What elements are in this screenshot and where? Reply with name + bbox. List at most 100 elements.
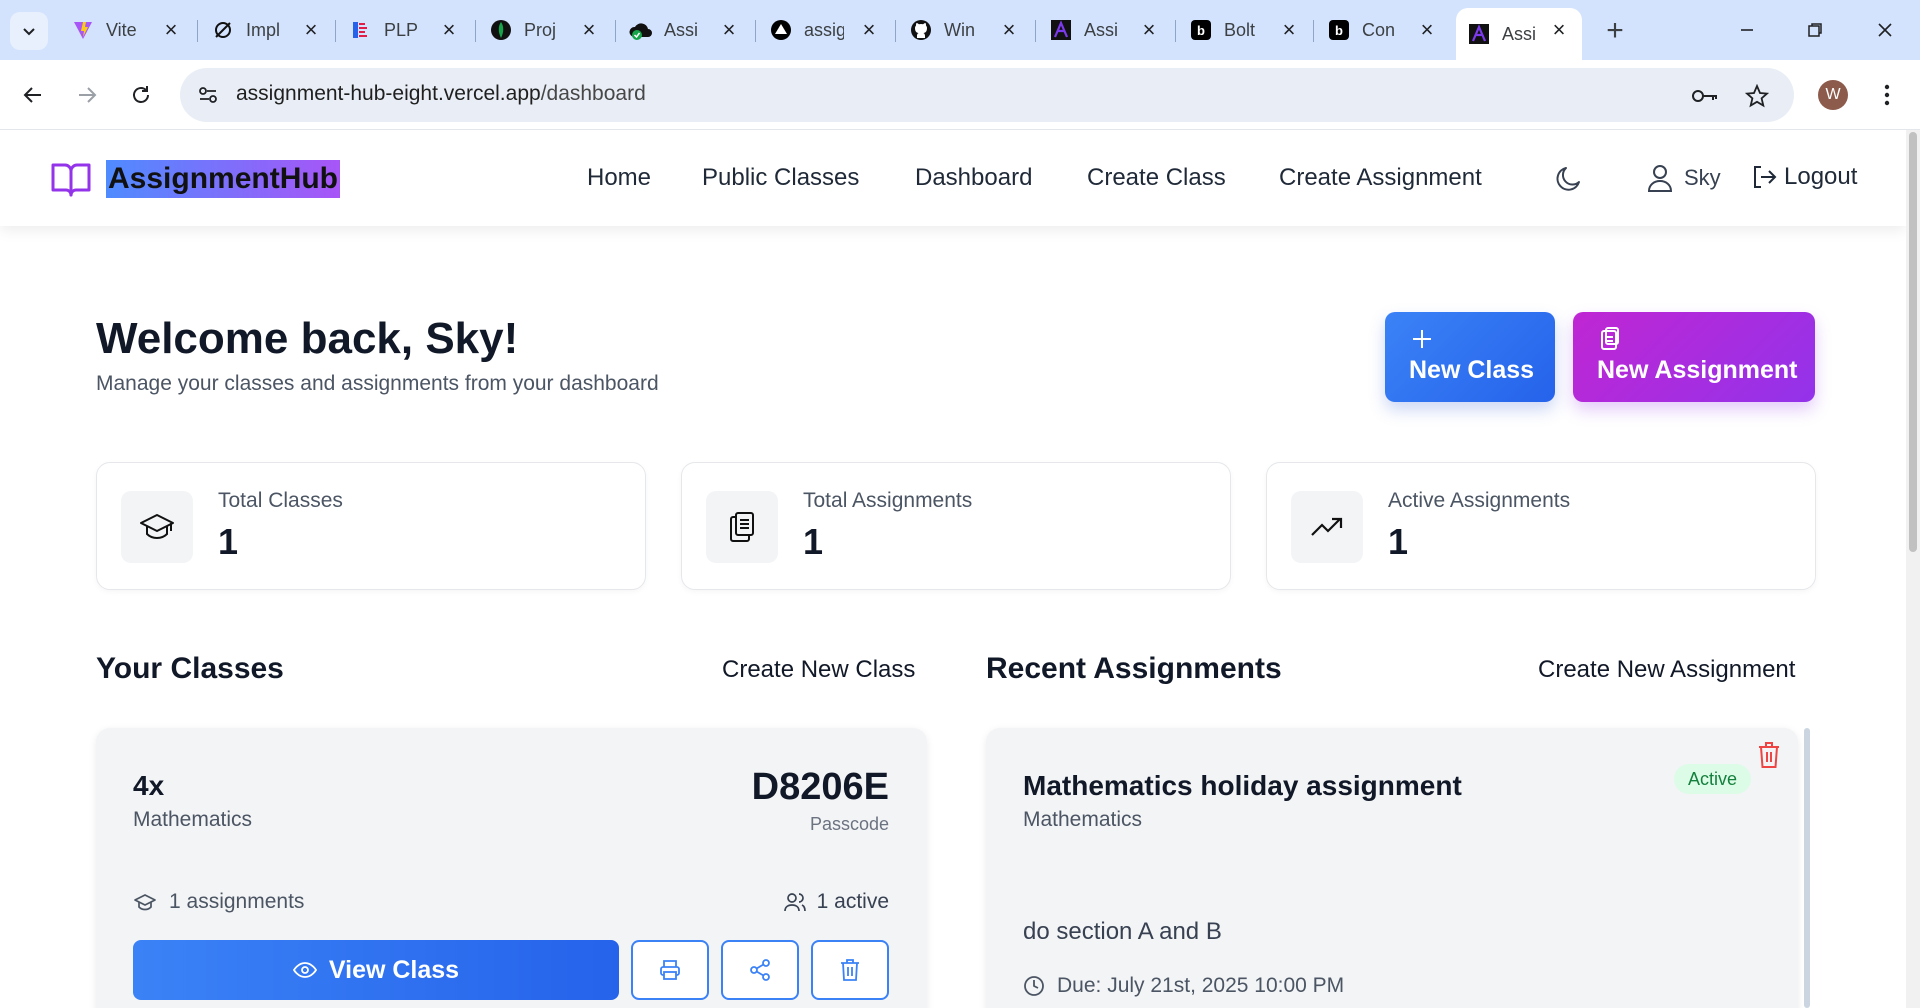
logout-button[interactable]: Logout (1750, 163, 1857, 191)
book-open-icon (50, 158, 92, 200)
assignment-subject: Mathematics (1023, 808, 1143, 831)
page-viewport: AssignmentHub Home Public Classes Dashbo… (0, 130, 1906, 1008)
arrow-left-icon (23, 87, 41, 103)
class-card: 4x Mathematics D8206E Passcode 1 assignm… (96, 728, 927, 1008)
browser-tab[interactable]: Win × (898, 8, 1032, 52)
tab-search-button[interactable] (10, 12, 48, 50)
delete-assignment-button[interactable] (1754, 740, 1784, 770)
share-class-button[interactable] (721, 940, 799, 1000)
recent-assignments-heading: Recent Assignments (986, 652, 1282, 685)
browser-tab[interactable]: Proj × (478, 8, 612, 52)
bookmark-star-icon[interactable] (1742, 81, 1772, 111)
close-tab-icon[interactable]: × (1136, 17, 1162, 43)
close-tab-icon[interactable]: × (158, 17, 184, 43)
stat-value: 1 (1388, 521, 1409, 562)
reload-button[interactable] (122, 76, 160, 114)
tab-label: Assi (1084, 19, 1119, 40)
printer-icon (660, 960, 680, 980)
theme-toggle-button[interactable] (1554, 164, 1584, 194)
stat-label: Active Assignments (1388, 489, 1571, 512)
browser-tab[interactable]: Assi × (1038, 8, 1172, 52)
browser-tab[interactable]: Impl × (200, 8, 334, 52)
close-window-button[interactable] (1860, 10, 1910, 50)
assignmenthub-favicon (1466, 21, 1492, 47)
delete-class-button[interactable] (811, 940, 889, 1000)
nav-public-classes[interactable]: Public Classes (702, 164, 859, 192)
bolt-icon: b (1326, 17, 1352, 43)
browser-tab[interactable]: b Con × (1316, 8, 1450, 52)
forward-button[interactable] (68, 76, 106, 114)
plp-icon (348, 17, 374, 43)
browser-toolbar: assignment-hub-eight.vercel.app/dashboar… (0, 60, 1920, 130)
profile-avatar[interactable]: W (1818, 80, 1848, 110)
browser-tab[interactable]: PLP × (338, 8, 472, 52)
trash-icon (1759, 742, 1779, 768)
eye-icon (292, 962, 317, 978)
minimize-button[interactable] (1722, 10, 1772, 50)
print-class-button[interactable] (631, 940, 709, 1000)
new-assignment-button[interactable]: New Assignment (1573, 312, 1815, 402)
stat-card-total-assignments: Total Assignments 1 (681, 462, 1231, 590)
browser-tab[interactable]: b Bolt × (1178, 8, 1312, 52)
clipboard-icon (1597, 326, 1623, 352)
create-new-class-link[interactable]: Create New Class (722, 656, 915, 684)
spiral-icon (210, 17, 236, 43)
address-bar[interactable]: assignment-hub-eight.vercel.app/dashboar… (180, 68, 1794, 122)
logo-link[interactable]: AssignmentHub (50, 158, 341, 200)
close-tab-icon[interactable]: × (996, 17, 1022, 43)
close-tab-icon[interactable]: × (1414, 17, 1440, 43)
nav-create-class[interactable]: Create Class (1087, 164, 1226, 192)
back-button[interactable] (14, 76, 52, 114)
close-tab-icon[interactable]: × (436, 17, 462, 43)
close-tab-icon[interactable]: × (856, 17, 882, 43)
tab-label: Bolt (1224, 19, 1256, 40)
tab-label: Impl (246, 19, 281, 40)
tab-label: Win (944, 19, 975, 40)
browser-tab[interactable]: Assi × (618, 8, 752, 52)
tab-separator (335, 20, 336, 42)
trash-icon (841, 959, 859, 981)
nav-create-assignment[interactable]: Create Assignment (1279, 164, 1482, 192)
tab-label: PLP (384, 19, 419, 40)
user-menu[interactable]: Sky (1646, 163, 1721, 193)
close-tab-icon[interactable]: × (716, 17, 742, 43)
close-tab-icon[interactable]: × (1276, 17, 1302, 43)
page-scrollbar[interactable] (1906, 130, 1920, 1008)
nav-home[interactable]: Home (587, 164, 651, 192)
new-tab-button[interactable]: + (1598, 14, 1632, 48)
tab-separator (755, 20, 756, 42)
close-tab-icon[interactable]: × (298, 17, 324, 43)
browser-menu-icon[interactable] (1872, 80, 1902, 110)
nav-dashboard[interactable]: Dashboard (915, 164, 1032, 192)
tab-separator (895, 20, 896, 42)
view-class-button[interactable]: View Class (133, 940, 619, 1000)
tab-label: assig (804, 19, 844, 40)
create-new-assignment-link[interactable]: Create New Assignment (1538, 656, 1795, 684)
assignments-list-scrollbar[interactable] (1804, 728, 1810, 1008)
page-scrollbar-thumb[interactable] (1909, 132, 1917, 552)
brand-name: AssignmentHub (106, 160, 341, 198)
vite-icon (70, 17, 96, 43)
class-name: 4x (133, 770, 165, 801)
share-icon (750, 959, 770, 981)
close-icon (1878, 23, 1892, 37)
browser-tab[interactable]: Assi × (1456, 8, 1582, 60)
bolt-icon: b (1188, 17, 1214, 43)
stat-card-active-assignments: Active Assignments 1 (1266, 462, 1816, 590)
close-tab-icon[interactable]: × (576, 17, 602, 43)
browser-tab[interactable]: Vite × (60, 8, 194, 52)
site-info-icon[interactable] (194, 81, 222, 109)
restore-button[interactable] (1790, 10, 1840, 50)
assignmenthub-favicon (1048, 17, 1074, 43)
close-tab-icon[interactable]: × (1546, 17, 1572, 43)
browser-tab[interactable]: assig × (758, 8, 892, 52)
url-path: /dashboard (540, 82, 646, 105)
stat-card-total-classes: Total Classes 1 (96, 462, 646, 590)
tab-separator (197, 20, 198, 42)
password-key-icon[interactable] (1690, 81, 1720, 111)
tab-separator (475, 20, 476, 42)
due-date-text: Due: July 21st, 2025 10:00 PM (1057, 974, 1345, 997)
tab-label: Proj (524, 19, 557, 40)
new-class-button[interactable]: New Class (1385, 312, 1555, 402)
graduation-cap-icon (121, 491, 193, 563)
